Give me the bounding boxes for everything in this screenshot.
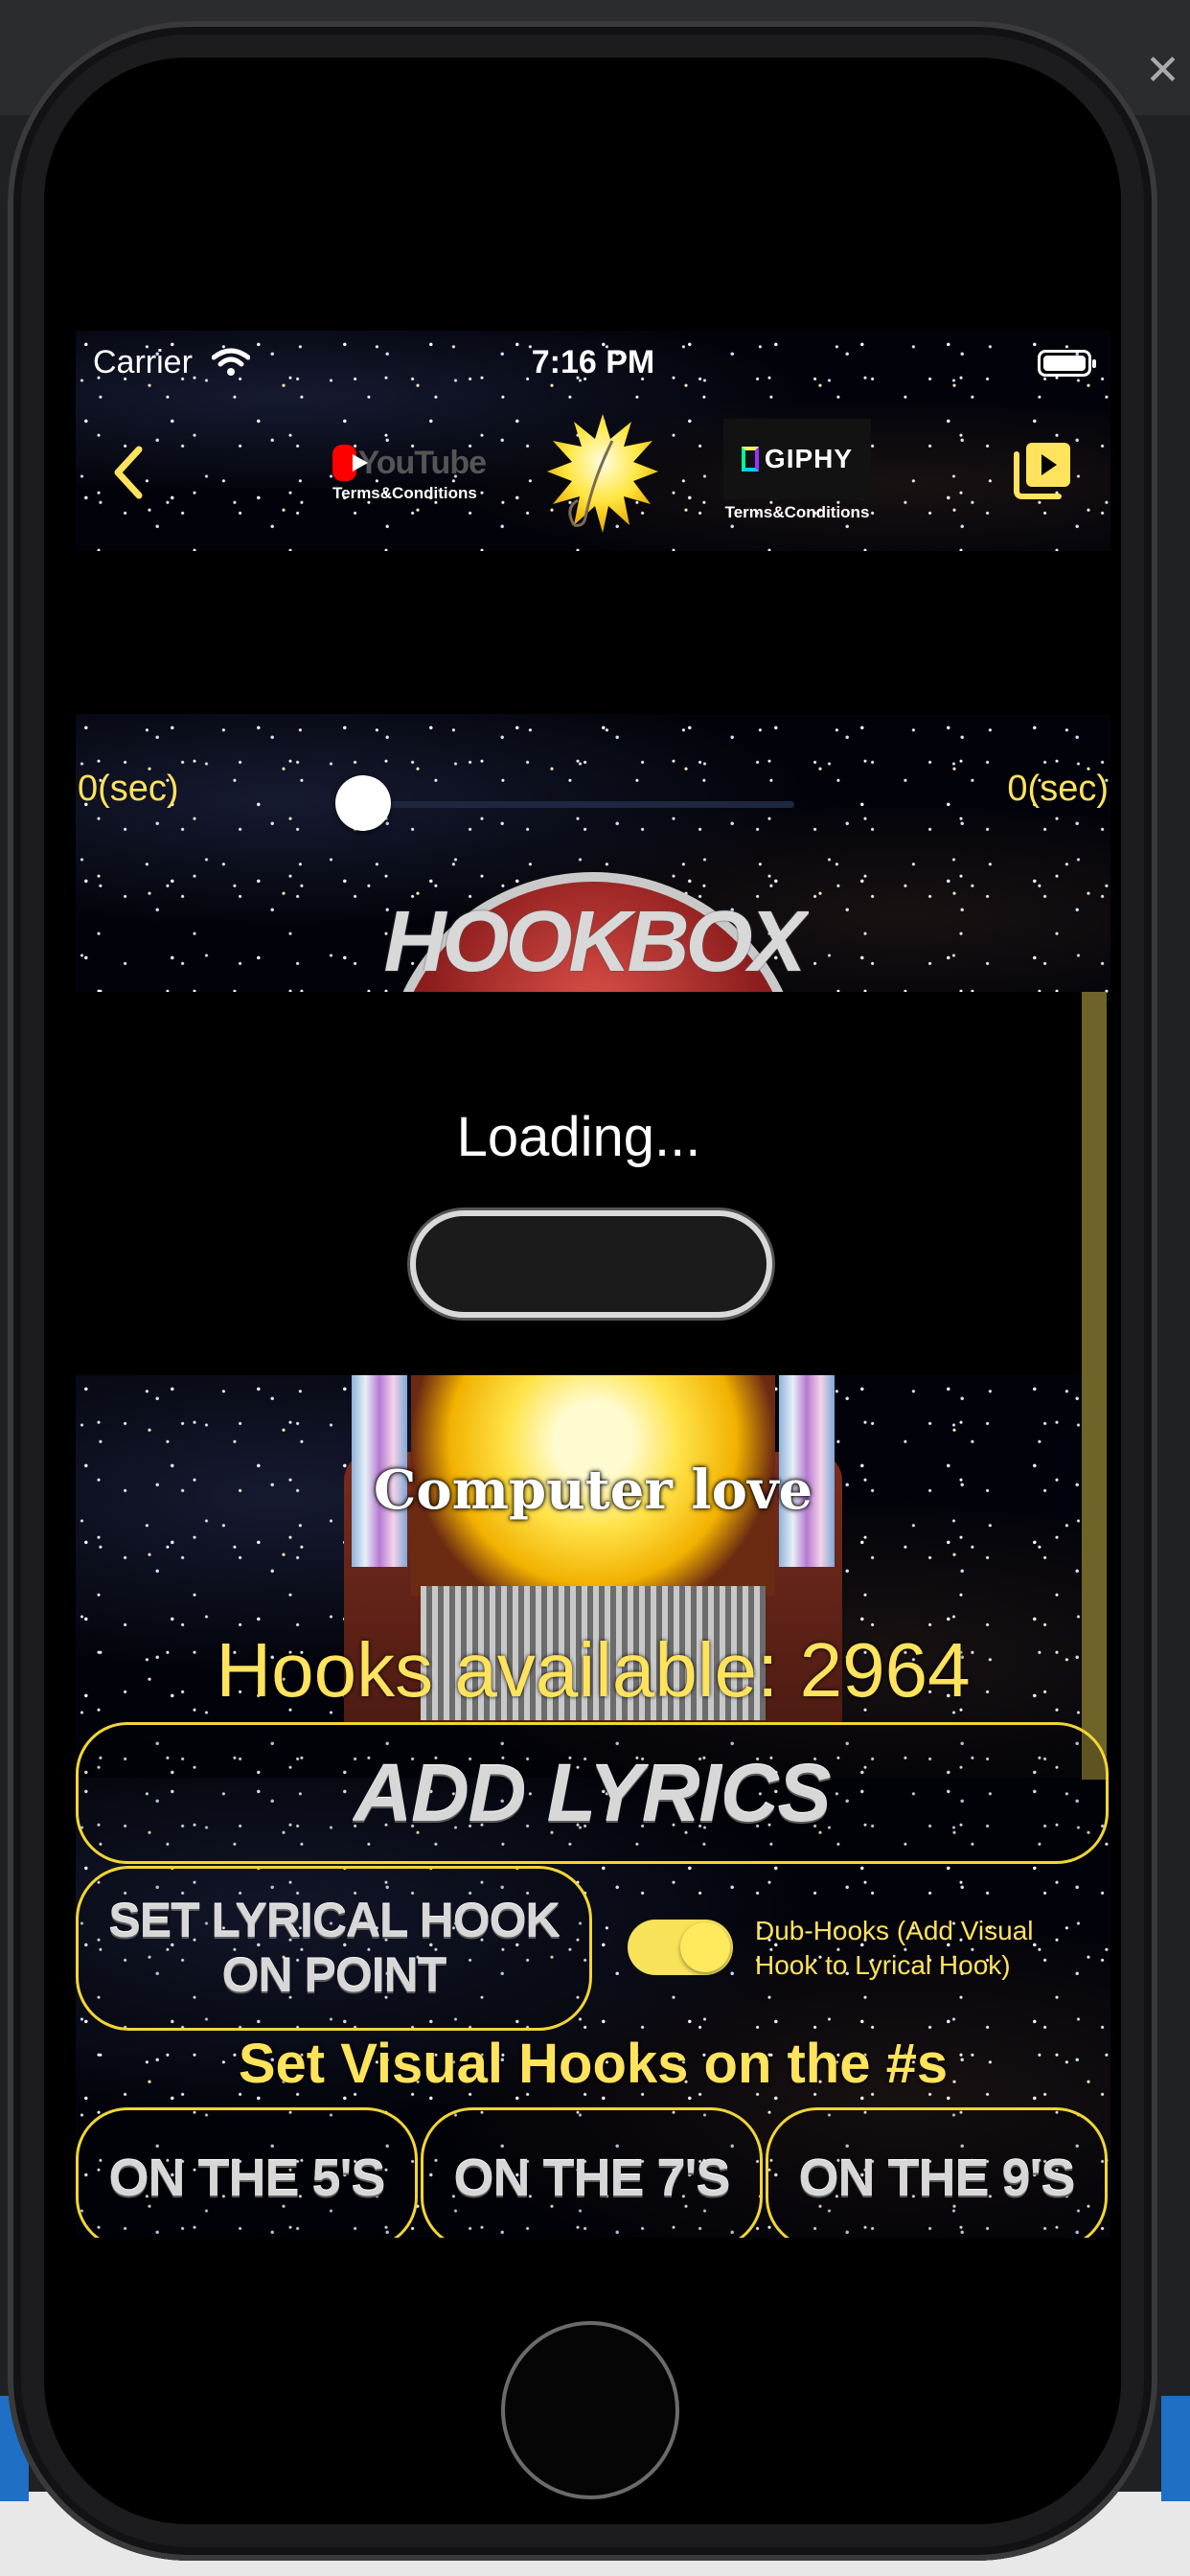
home-button[interactable] [501, 2321, 679, 2499]
header-bar: Carrier 7:16 PM YouTube Terms&Conditions [76, 331, 1110, 551]
status-time: 7:16 PM [531, 344, 655, 380]
loading-indicator [410, 1210, 772, 1318]
window-close-icon[interactable]: ✕ [1145, 46, 1180, 95]
youtube-wordmark: YouTube [357, 444, 487, 481]
elapsed-time: 0(sec) [78, 769, 179, 809]
on-the-5s-button[interactable]: ON THE 5'S [76, 2107, 418, 2238]
on-the-9s-button[interactable]: ON THE 9'S [766, 2107, 1108, 2238]
on-the-7s-button[interactable]: ON THE 7'S [421, 2107, 763, 2238]
song-title: Computer love [373, 1459, 813, 1522]
add-lyrics-button[interactable]: ADD LYRICS [76, 1722, 1109, 1864]
app-screen: Carrier 7:16 PM YouTube Terms&Conditions [76, 331, 1110, 2238]
jukebox-top-art: HOOKBOX [378, 853, 809, 1006]
set-hook-label-line2: ON POINT [221, 1948, 447, 2002]
youtube-logo: YouTube [332, 444, 487, 482]
dub-hooks-label: Dub-Hooks (Add Visual Hook to Lyrical Ho… [755, 1916, 1034, 1981]
set-hook-label-line1: SET LYRICAL HOOK [108, 1893, 560, 1947]
jukebox-logo-text: HOOKBOX [383, 894, 806, 990]
set-lyrical-hook-button[interactable]: SET LYRICAL HOOK ON POINT [76, 1866, 592, 2031]
loading-overlay: Loading... [76, 992, 1082, 1375]
giphy-terms-link[interactable]: GIPHY Terms&Conditions [716, 419, 879, 526]
battery-icon [1038, 350, 1096, 377]
visual-hooks-heading: Set Visual Hooks on the #s [238, 2033, 949, 2095]
giphy-mark-icon [741, 447, 759, 472]
youtube-play-icon [332, 445, 368, 481]
total-time: 0(sec) [1007, 769, 1109, 809]
desktop-right-edge [1161, 2396, 1190, 2501]
giphy-wordmark: GIPHY [764, 444, 854, 473]
slider-track [363, 801, 794, 808]
giphy-terms-label: Terms&Conditions [724, 503, 870, 521]
sun-logo-icon[interactable] [545, 412, 660, 537]
hooks-available-count: Hooks available: 2964 [216, 1627, 971, 1713]
youtube-terms-link[interactable]: YouTube Terms&Conditions [332, 444, 487, 513]
status-bar: Carrier 7:16 PM [76, 331, 1110, 398]
loading-text: Loading... [456, 1106, 701, 1168]
playback-slider[interactable] [335, 775, 794, 833]
giphy-logo: GIPHY [723, 419, 871, 499]
dub-hooks-toggle[interactable] [628, 1920, 733, 1975]
youtube-terms-label: Terms&Conditions [332, 484, 477, 502]
playlist-icon[interactable] [1013, 439, 1074, 500]
chevron-left-icon[interactable] [108, 444, 147, 501]
slider-thumb[interactable] [335, 775, 391, 831]
